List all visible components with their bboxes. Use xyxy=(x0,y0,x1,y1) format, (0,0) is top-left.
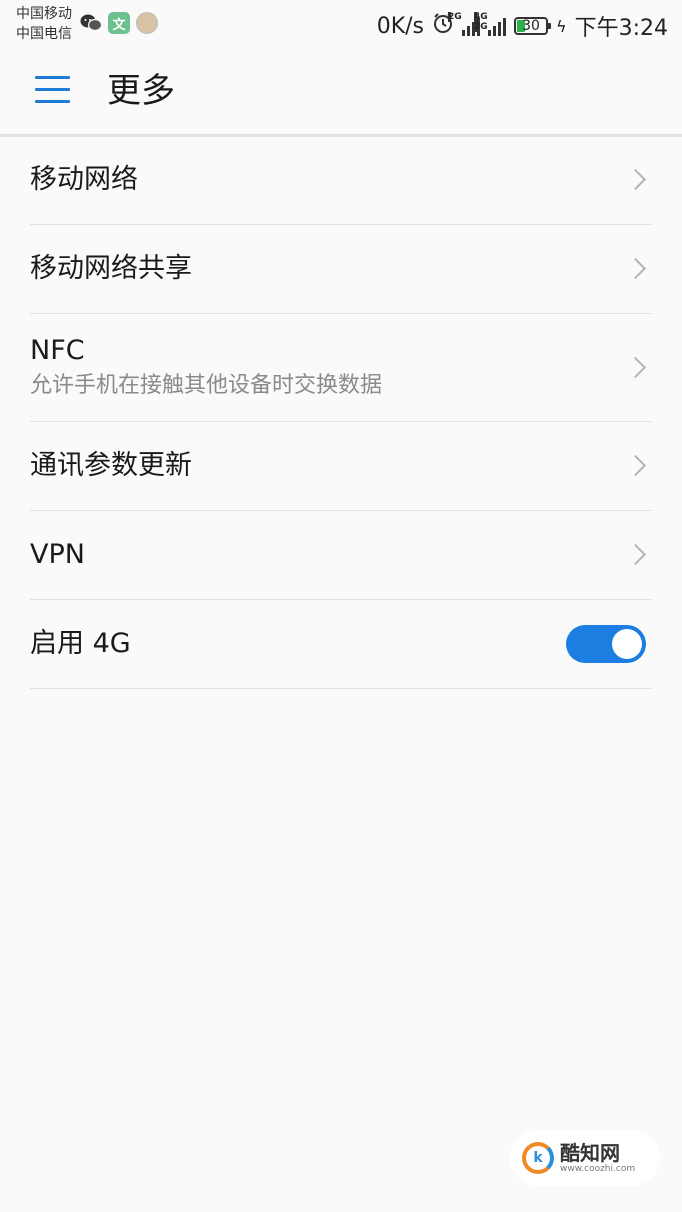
enable-4g-toggle[interactable] xyxy=(566,625,646,663)
status-right: 0K/s 2G 4G 2G 30 ϟ 下午3:24 xyxy=(377,10,668,42)
notification-icons: 文 xyxy=(80,12,158,34)
row-vpn[interactable]: VPN xyxy=(30,511,652,600)
hamburger-menu-icon[interactable] xyxy=(35,76,71,106)
charging-icon: ϟ xyxy=(556,16,567,36)
chevron-right-icon xyxy=(628,172,644,188)
carrier-1: 中国移动 xyxy=(16,6,72,22)
row-label: VPN xyxy=(30,539,85,570)
battery-level: 30 xyxy=(522,18,540,34)
row-carrier-update[interactable]: 通讯参数更新 xyxy=(30,422,652,511)
wechat-icon xyxy=(80,12,102,34)
watermark-name: 酷知网 xyxy=(560,1140,620,1165)
row-subtitle: 允许手机在接触其他设备时交换数据 xyxy=(30,373,383,398)
wenku-icon: 文 xyxy=(108,12,130,34)
carrier-info: 中国移动 中国电信 xyxy=(16,4,72,44)
row-label: 移动网络共享 xyxy=(30,253,192,284)
coozhi-logo-icon: k xyxy=(522,1142,554,1174)
clock: 下午3:24 xyxy=(574,16,668,41)
page-title: 更多 xyxy=(107,71,175,111)
row-tethering[interactable]: 移动网络共享 xyxy=(30,225,652,314)
signal-1-network-tag: 2G xyxy=(448,12,462,22)
row-label: 移动网络 xyxy=(30,164,138,195)
signal-2-network-tag: 4G 2G xyxy=(474,12,488,32)
net-speed: 0K/s xyxy=(376,13,425,39)
chevron-right-icon xyxy=(628,547,644,563)
chevron-right-icon xyxy=(628,458,644,474)
row-label: NFC xyxy=(30,335,85,366)
status-bar: 中国移动 中国电信 文 0K/s 2G 4G 2G 30 ϟ 下午3:24 xyxy=(0,0,682,48)
row-enable-4g: 启用 4G xyxy=(30,600,652,689)
watermark-url: www.coozhi.com xyxy=(560,1163,636,1174)
avatar-icon xyxy=(136,12,158,34)
row-mobile-network[interactable]: 移动网络 xyxy=(30,137,652,225)
row-label: 启用 4G xyxy=(30,628,131,659)
title-bar: 更多 xyxy=(0,48,682,137)
settings-list: 移动网络 移动网络共享 NFC 允许手机在接触其他设备时交换数据 通讯参数更新 … xyxy=(30,137,652,689)
chevron-right-icon xyxy=(628,261,644,277)
battery-icon: 30 xyxy=(514,17,552,35)
watermark: k 酷知网 www.coozhi.com xyxy=(510,1130,660,1186)
toggle-knob xyxy=(612,629,642,659)
row-nfc[interactable]: NFC 允许手机在接触其他设备时交换数据 xyxy=(30,314,652,422)
carrier-2: 中国电信 xyxy=(16,26,72,42)
row-label: 通讯参数更新 xyxy=(30,450,192,481)
signal-icon-2: 4G 2G xyxy=(474,12,507,36)
chevron-right-icon xyxy=(628,360,644,376)
